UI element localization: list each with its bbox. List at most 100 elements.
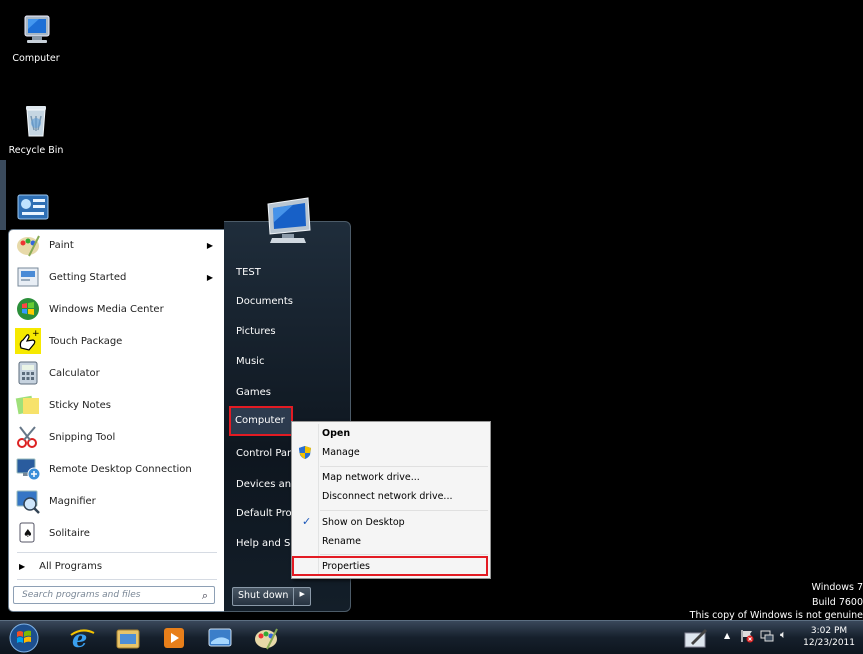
search-placeholder: Search programs and files [22,590,141,600]
sticky-notes-icon [15,395,39,415]
place-user-folder[interactable]: TEST [236,267,261,278]
clock-time: 3:02 PM [810,626,848,636]
program-label: Paint [49,239,74,251]
snipping-tool-icon [17,426,37,448]
shutdown-button[interactable]: Shut down ▶ [232,587,311,606]
divider [320,554,488,555]
taskbar: e ▲ 🔈︎ 3:02 PM 12/23/2011 [0,620,863,654]
program-label: Snipping Tool [49,431,116,443]
menu-item-disconnect-network-drive[interactable]: Disconnect network drive... [322,491,453,502]
program-calculator[interactable]: Calculator [9,358,221,388]
divider [320,510,488,511]
menu-item-manage[interactable]: Manage [322,447,360,458]
divider [17,552,217,553]
svg-text:e: e [72,625,87,651]
getting-started-icon [17,267,39,287]
menu-item-properties-label: Properties [322,561,371,572]
search-icon[interactable]: ⌕ [202,589,208,603]
gadget-icon[interactable] [17,194,49,222]
menu-item-rename[interactable]: Rename [322,536,361,547]
context-menu-gutter [318,424,319,576]
desktop-icon-label: Recycle Bin [8,145,64,156]
all-programs-button[interactable]: ▶ All Programs [9,555,221,577]
context-menu: Open Manage Map network drive... Disconn… [291,421,491,579]
network-icon[interactable] [760,629,774,643]
watermark-line-1: Windows 7 [811,582,863,593]
magnifier-icon [16,490,40,514]
shutdown-options-arrow-icon[interactable]: ▶ [293,588,309,605]
clock-date: 12/23/2011 [803,638,855,648]
touch-package-icon: + [15,328,41,354]
program-snipping-tool[interactable]: Snipping Tool [9,422,221,452]
program-paint[interactable]: Paint ▶ [9,230,221,260]
program-sticky-notes[interactable]: Sticky Notes [9,390,221,420]
chevron-right-icon: ▶ [206,240,213,250]
divider [17,579,217,580]
desktop-icon-label: Computer [12,53,60,64]
program-getting-started[interactable]: Getting Started ▶ [9,262,221,292]
volume-icon[interactable]: 🔈︎ [780,628,787,642]
show-hidden-icons-icon[interactable]: ▲ [724,631,730,640]
divider [320,466,488,467]
action-center-flag-icon[interactable] [740,629,754,643]
program-remote-desktop[interactable]: Remote Desktop Connection [9,454,221,484]
search-input[interactable]: Search programs and files ⌕ [13,586,215,604]
place-computer[interactable]: Computer [229,406,293,436]
program-windows-media-center[interactable]: Windows Media Center [9,294,221,324]
place-music[interactable]: Music [236,356,264,367]
place-computer-label: Computer [235,415,285,426]
desktop-edge-tab [0,160,6,230]
taskbar-media-center[interactable] [200,624,240,652]
taskbar-internet-explorer[interactable]: e [62,624,102,652]
chevron-right-icon: ▶ [206,272,213,282]
menu-item-open[interactable]: Open [322,428,350,439]
remote-desktop-icon [16,458,41,481]
program-label: Getting Started [49,271,127,283]
taskbar-paint[interactable] [246,624,286,652]
solitaire-icon: ♠ [19,522,35,543]
media-center-icon [17,298,39,320]
place-documents[interactable]: Documents [236,296,293,307]
taskbar-windows-explorer[interactable] [108,624,148,652]
tablet-pen-icon [684,629,707,648]
program-touch-package[interactable]: + Touch Package [9,326,221,356]
menu-item-show-on-desktop[interactable]: Show on Desktop [322,517,405,528]
checkmark-icon: ✓ [302,515,312,528]
media-center-icon [208,628,232,647]
svg-text:♠: ♠ [23,527,33,540]
paint-icon [255,628,278,650]
shutdown-label: Shut down [238,590,289,601]
media-player-icon [164,628,184,648]
internet-explorer-icon: e [70,625,95,651]
uac-shield-icon [299,446,311,459]
windows-orb-icon [9,623,39,653]
all-programs-label: All Programs [39,560,103,572]
program-label: Solitaire [49,527,90,539]
folder-icon [116,629,140,649]
menu-item-map-network-drive[interactable]: Map network drive... [322,472,420,483]
computer-icon [24,15,50,43]
desktop-icon-recycle-bin[interactable]: Recycle Bin [6,102,66,156]
program-solitaire[interactable]: ♠ Solitaire [9,518,221,548]
program-label: Calculator [49,367,100,379]
svg-text:+: + [32,329,40,339]
taskbar-media-player[interactable] [154,624,194,652]
calculator-icon [18,361,38,385]
place-games[interactable]: Games [236,387,271,398]
program-label: Magnifier [49,495,96,507]
paint-icon [17,235,40,257]
system-clock[interactable]: 3:02 PM 12/23/2011 [803,625,855,649]
place-pictures[interactable]: Pictures [236,326,276,337]
computer-icon [267,197,311,243]
start-button[interactable] [4,623,44,653]
menu-item-properties[interactable]: Properties [292,556,488,576]
desktop-icon-computer[interactable]: Computer [6,14,66,64]
program-magnifier[interactable]: Magnifier [9,486,221,516]
program-label: Windows Media Center [49,303,164,315]
start-menu-programs-pane: Paint ▶ Getting Started ▶ Windows Media … [8,229,226,612]
taskbar-tablet-input[interactable] [676,624,716,652]
triangle-right-icon: ▶ [19,561,26,571]
program-label: Sticky Notes [49,399,111,411]
recycle-bin-icon [26,106,46,137]
program-label: Touch Package [49,335,123,347]
